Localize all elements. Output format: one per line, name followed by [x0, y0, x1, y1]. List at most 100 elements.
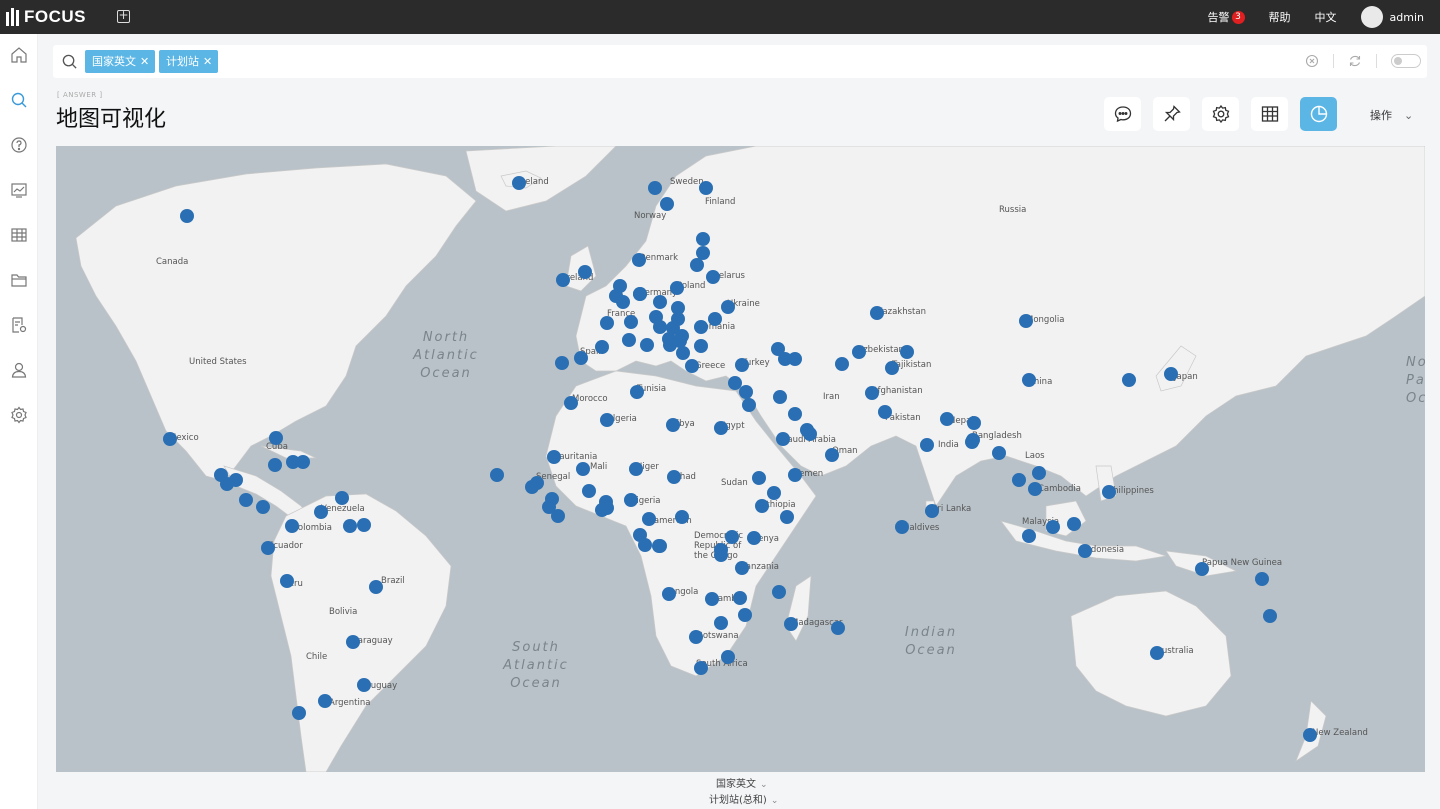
map-point[interactable]	[600, 316, 614, 330]
map-point[interactable]	[767, 486, 781, 500]
map-point[interactable]	[708, 312, 722, 326]
map-point[interactable]	[292, 706, 306, 720]
map-point[interactable]	[269, 431, 283, 445]
map-point[interactable]	[633, 287, 647, 301]
map-point[interactable]	[940, 412, 954, 426]
map-point[interactable]	[742, 398, 756, 412]
map-point[interactable]	[622, 333, 636, 347]
map-point[interactable]	[629, 462, 643, 476]
map-point[interactable]	[653, 295, 667, 309]
map-point[interactable]	[662, 587, 676, 601]
map-point[interactable]	[1046, 520, 1060, 534]
map-point[interactable]	[346, 635, 360, 649]
map-point[interactable]	[229, 473, 243, 487]
gear-icon[interactable]	[10, 406, 28, 424]
map-point[interactable]	[965, 435, 979, 449]
map-point[interactable]	[595, 340, 609, 354]
y-axis-selector[interactable]: 计划站(总和) ⌄	[709, 791, 778, 806]
search-chip[interactable]: 国家英文 ✕	[85, 50, 156, 73]
map-point[interactable]	[852, 345, 866, 359]
help-button[interactable]: 帮助	[1269, 9, 1291, 25]
map-point[interactable]	[551, 509, 565, 523]
user-icon[interactable]	[10, 361, 28, 379]
map-point[interactable]	[600, 413, 614, 427]
pin-button[interactable]	[1153, 97, 1190, 131]
home-icon[interactable]	[10, 46, 28, 64]
alerts-button[interactable]: 告警 3	[1208, 9, 1245, 25]
map-point[interactable]	[676, 346, 690, 360]
map-point[interactable]	[660, 197, 674, 211]
map-point[interactable]	[671, 312, 685, 326]
map-point[interactable]	[895, 520, 909, 534]
map-point[interactable]	[1303, 728, 1317, 742]
map-point[interactable]	[728, 376, 742, 390]
map-point[interactable]	[357, 678, 371, 692]
table-icon[interactable]	[10, 226, 28, 244]
remove-chip-icon[interactable]: ✕	[140, 55, 149, 68]
map-point[interactable]	[885, 361, 899, 375]
map-point[interactable]	[1255, 572, 1269, 586]
task-settings-icon[interactable]	[10, 316, 28, 334]
chart-view-button[interactable]	[1300, 97, 1337, 131]
map-point[interactable]	[555, 356, 569, 370]
map-point[interactable]	[1067, 517, 1081, 531]
map-point[interactable]	[776, 432, 790, 446]
map-point[interactable]	[180, 209, 194, 223]
comment-button[interactable]	[1104, 97, 1141, 131]
map-point[interactable]	[699, 181, 713, 195]
map-point[interactable]	[803, 427, 817, 441]
map-point[interactable]	[925, 504, 939, 518]
map-point[interactable]	[735, 358, 749, 372]
operations-menu[interactable]: 操作 ⌄	[1370, 107, 1413, 123]
map-point[interactable]	[1150, 646, 1164, 660]
x-axis-selector[interactable]: 国家英文 ⌄	[716, 775, 768, 790]
map-point[interactable]	[582, 484, 596, 498]
map-point[interactable]	[576, 462, 590, 476]
map-point[interactable]	[314, 505, 328, 519]
search-bar[interactable]: 国家英文 ✕ 计划站 ✕	[53, 45, 1427, 78]
map-point[interactable]	[735, 561, 749, 575]
world-map[interactable]: North Atlantic Ocean South Atlantic Ocean Indi…	[56, 146, 1425, 772]
map-point[interactable]	[714, 548, 728, 562]
dashboard-icon[interactable]	[10, 181, 28, 199]
map-point[interactable]	[878, 405, 892, 419]
map-point[interactable]	[685, 359, 699, 373]
map-point[interactable]	[1028, 482, 1042, 496]
map-point[interactable]	[773, 390, 787, 404]
focus-logo[interactable]: FOCUS	[6, 7, 86, 27]
map-point[interactable]	[694, 661, 708, 675]
map-point[interactable]	[675, 510, 689, 524]
map-point[interactable]	[640, 338, 654, 352]
map-point[interactable]	[653, 320, 667, 334]
map-point[interactable]	[825, 448, 839, 462]
map-point[interactable]	[835, 357, 849, 371]
table-view-button[interactable]	[1251, 97, 1288, 131]
map-point[interactable]	[1078, 544, 1092, 558]
map-point[interactable]	[666, 418, 680, 432]
map-point[interactable]	[694, 339, 708, 353]
map-point[interactable]	[1019, 314, 1033, 328]
map-point[interactable]	[1102, 485, 1116, 499]
map-point[interactable]	[694, 320, 708, 334]
search-icon[interactable]	[10, 91, 28, 109]
map-point[interactable]	[772, 585, 786, 599]
map-point[interactable]	[696, 246, 710, 260]
language-button[interactable]: 中文	[1315, 9, 1337, 25]
map-point[interactable]	[624, 493, 638, 507]
map-point[interactable]	[280, 574, 294, 588]
map-point[interactable]	[357, 518, 371, 532]
map-point[interactable]	[714, 616, 728, 630]
map-point[interactable]	[630, 385, 644, 399]
map-point[interactable]	[648, 181, 662, 195]
map-point[interactable]	[739, 385, 753, 399]
settings-button[interactable]	[1202, 97, 1239, 131]
map-point[interactable]	[296, 455, 310, 469]
map-point[interactable]	[706, 270, 720, 284]
mode-toggle[interactable]	[1391, 54, 1421, 68]
map-point[interactable]	[900, 345, 914, 359]
map-point[interactable]	[755, 499, 769, 513]
map-point[interactable]	[318, 694, 332, 708]
map-point[interactable]	[285, 519, 299, 533]
help-circle-icon[interactable]	[10, 136, 28, 154]
map-point[interactable]	[547, 450, 561, 464]
